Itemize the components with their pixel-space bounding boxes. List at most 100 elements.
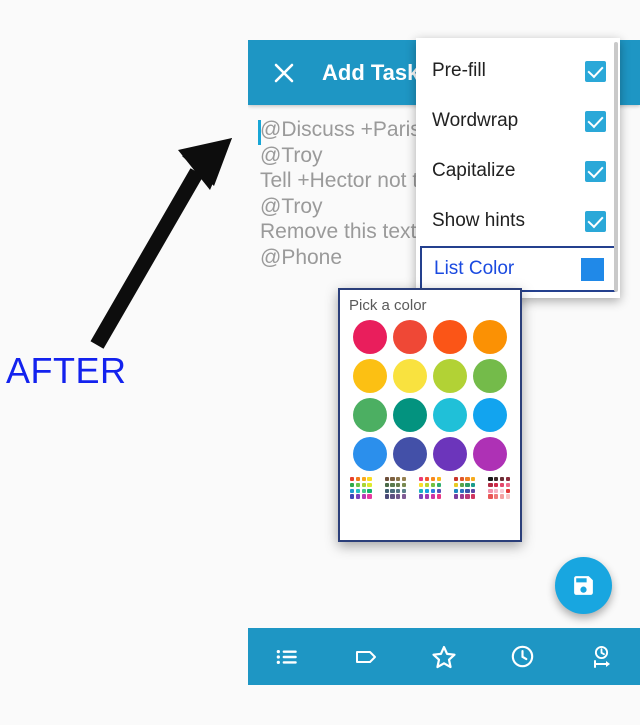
color-swatch-13[interactable] <box>392 437 427 471</box>
color-swatch-0[interactable] <box>352 320 387 354</box>
list-color-swatch[interactable] <box>581 257 604 281</box>
mini-swatch <box>355 488 360 493</box>
mini-palette-0[interactable] <box>350 477 372 499</box>
mini-palette-2[interactable] <box>419 477 441 499</box>
mini-swatch <box>384 494 389 499</box>
mini-swatch <box>471 488 476 493</box>
mini-swatch <box>355 482 360 487</box>
mini-swatch <box>500 477 505 482</box>
color-picker-title: Pick a color <box>349 297 427 314</box>
menu-item-label: Capitalize <box>432 160 516 181</box>
checkbox-checked-icon[interactable] <box>585 60 606 82</box>
checkbox-checked-icon[interactable] <box>585 160 606 182</box>
mini-swatch <box>488 477 493 482</box>
color-swatch-1[interactable] <box>392 320 427 354</box>
color-swatch-3[interactable] <box>473 320 508 354</box>
menu-item-list-color[interactable]: List Color <box>420 246 616 292</box>
arrow-up-right-icon <box>90 138 232 349</box>
mini-swatch <box>396 488 401 493</box>
page-title: Add Task <box>322 59 420 85</box>
color-swatch-15[interactable] <box>473 437 508 471</box>
menu-item-wordwrap[interactable]: Wordwrap <box>416 96 620 146</box>
nav-duration-button[interactable] <box>576 632 626 682</box>
mini-swatch <box>425 482 430 487</box>
menu-scrollbar[interactable] <box>614 42 618 292</box>
mini-swatch <box>367 494 372 499</box>
mini-swatch <box>396 477 401 482</box>
mini-swatch <box>390 482 395 487</box>
color-swatch-11[interactable] <box>473 398 508 432</box>
mini-palette-4[interactable] <box>488 477 510 499</box>
color-swatch-9[interactable] <box>392 398 427 432</box>
nav-time-button[interactable] <box>497 632 547 682</box>
mini-swatch <box>500 482 505 487</box>
mini-swatch <box>384 482 389 487</box>
mini-swatch <box>361 482 366 487</box>
color-swatch-grid <box>340 317 520 471</box>
color-swatch-4[interactable] <box>352 359 387 393</box>
mini-swatch <box>355 477 360 482</box>
mini-swatch <box>500 488 505 493</box>
save-fab-button[interactable] <box>555 557 612 614</box>
clock-icon <box>511 645 534 668</box>
color-swatch-7[interactable] <box>473 359 508 393</box>
mini-swatch <box>505 482 510 487</box>
color-swatch-6[interactable] <box>433 359 468 393</box>
mini-swatch <box>390 477 395 482</box>
mini-swatch <box>390 494 395 499</box>
mini-swatch <box>436 477 441 482</box>
after-annotation-label: AFTER <box>6 350 127 391</box>
bottom-navigation-bar <box>248 628 640 685</box>
mini-swatch <box>350 494 355 499</box>
close-button[interactable] <box>262 51 306 95</box>
mini-swatch <box>361 477 366 482</box>
mini-swatch <box>419 482 424 487</box>
checkbox-checked-icon[interactable] <box>585 110 606 132</box>
mini-swatch <box>471 494 476 499</box>
nav-tags-button[interactable] <box>341 632 391 682</box>
color-swatch-8[interactable] <box>352 398 387 432</box>
mini-swatch <box>430 477 435 482</box>
menu-item-capitalize[interactable]: Capitalize <box>416 146 620 196</box>
close-icon <box>274 63 294 82</box>
mini-swatch <box>401 488 407 493</box>
mini-swatch <box>419 494 424 499</box>
menu-item-pre-fill[interactable]: Pre-fill <box>416 46 620 96</box>
menu-item-label: List Color <box>434 258 515 279</box>
menu-item-label: Show hints <box>432 210 525 231</box>
mini-swatch <box>494 477 499 482</box>
mini-swatch <box>453 488 459 493</box>
clock-arrow-icon <box>593 645 610 668</box>
save-floppy-icon <box>574 576 593 595</box>
color-swatch-12[interactable] <box>352 437 387 471</box>
mini-swatch <box>384 488 389 493</box>
mini-swatch <box>465 477 470 482</box>
mini-swatch <box>436 494 441 499</box>
list-icon <box>276 649 297 664</box>
mini-palette-1[interactable] <box>384 477 407 499</box>
mini-palette-row <box>340 471 520 503</box>
mini-swatch <box>436 488 441 493</box>
mini-swatch <box>488 482 493 487</box>
mini-swatch <box>419 477 424 482</box>
color-swatch-5[interactable] <box>392 359 427 393</box>
checkbox-checked-icon[interactable] <box>585 210 606 232</box>
mini-swatch <box>430 494 435 499</box>
color-swatch-2[interactable] <box>433 320 468 354</box>
mini-swatch <box>361 494 366 499</box>
mini-swatch <box>401 482 407 487</box>
overflow-menu: Pre-fill Wordwrap Capitalize Show hints … <box>416 38 620 298</box>
color-swatch-14[interactable] <box>433 437 468 471</box>
mini-swatch <box>401 477 407 482</box>
mini-palette-3[interactable] <box>453 477 476 499</box>
mini-swatch <box>459 477 464 482</box>
nav-priority-button[interactable] <box>419 632 469 682</box>
mini-swatch <box>367 482 372 487</box>
mini-swatch <box>419 488 424 493</box>
menu-item-show-hints[interactable]: Show hints <box>416 196 620 246</box>
color-swatch-10[interactable] <box>433 398 468 432</box>
nav-lists-button[interactable] <box>262 632 312 682</box>
mini-swatch <box>350 482 355 487</box>
color-picker-dialog: Pick a color <box>338 288 522 542</box>
mini-swatch <box>350 477 355 482</box>
